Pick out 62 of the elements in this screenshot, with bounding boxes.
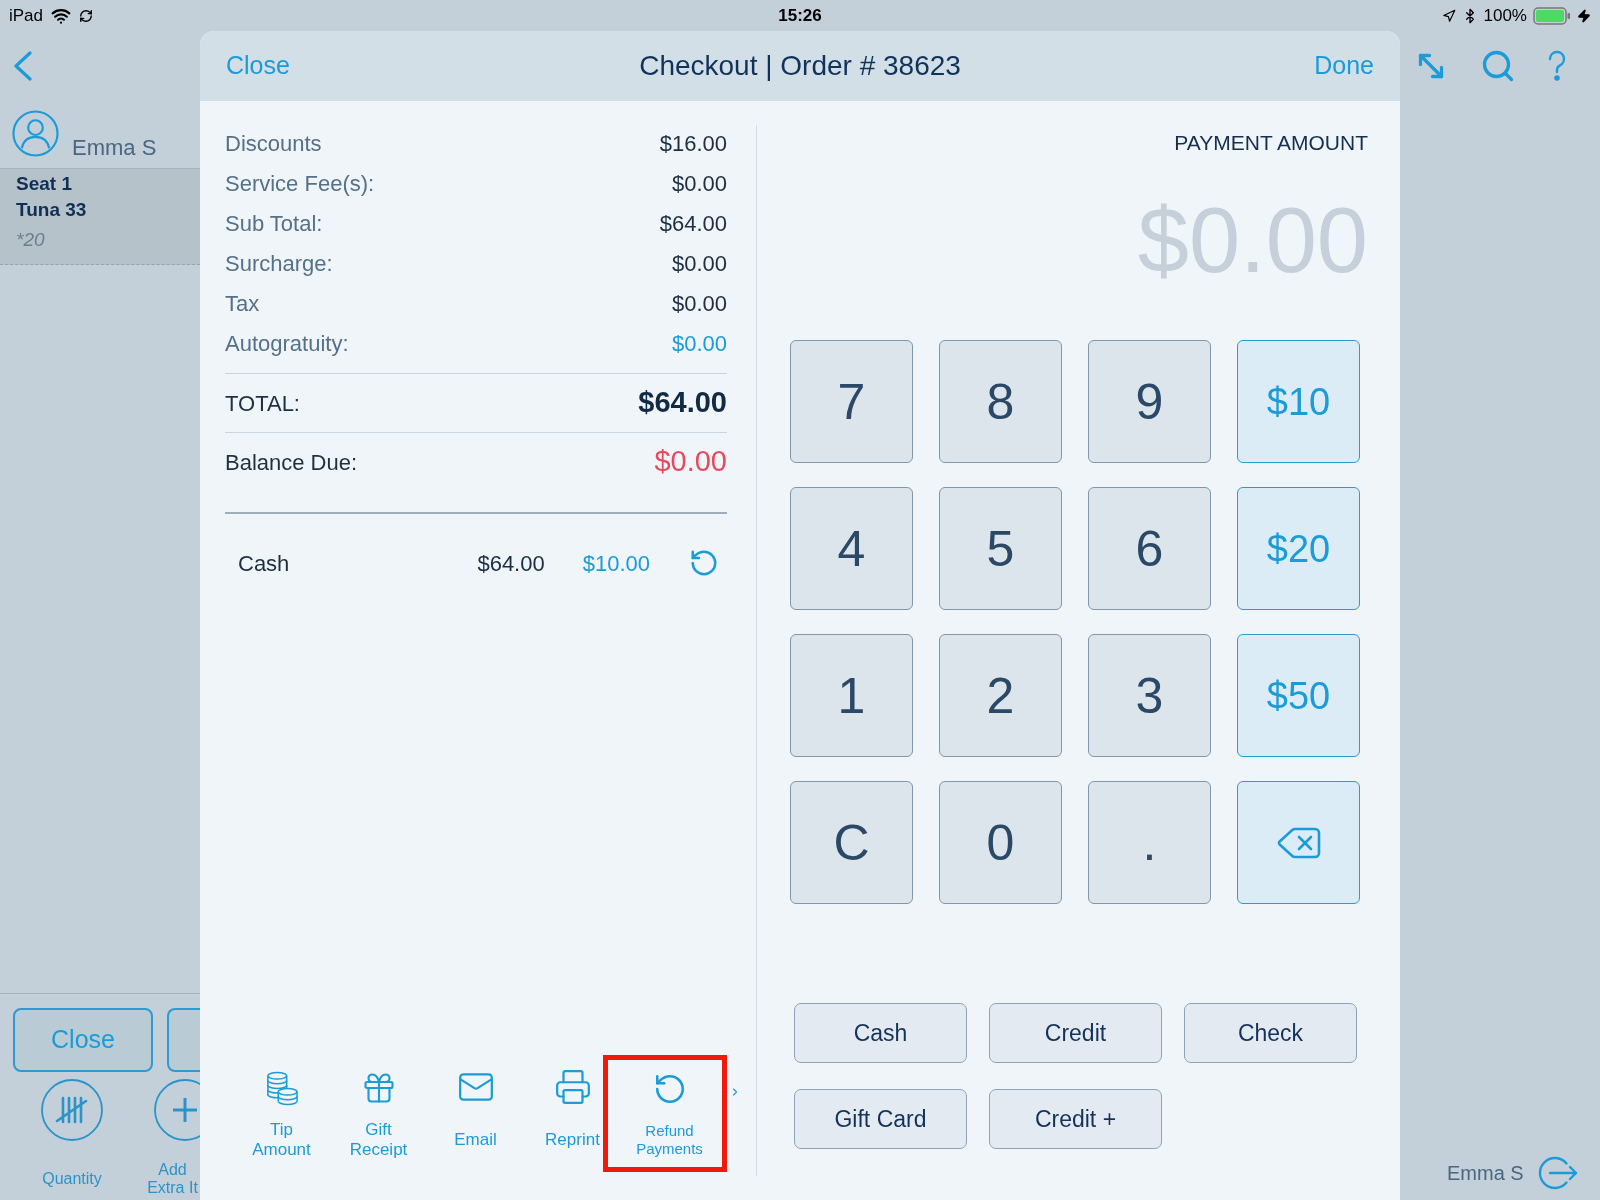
item-name: Tuna 33 [16,198,88,222]
sync-icon [79,8,94,23]
payment-method-button[interactable]: Cash [794,1003,967,1063]
action-label: Quantity [42,1170,102,1188]
summary-label: Surcharge: [225,249,333,278]
keypad-key[interactable]: 1 [790,634,913,757]
keypad-key[interactable]: C [790,781,913,904]
total-value: $64.00 [638,385,727,421]
payment-method-button[interactable]: Check [1184,1003,1357,1063]
seat-card[interactable]: Seat 1 Tuna 33 *20 [0,169,200,265]
item-note: *20 [16,228,46,252]
summary-label: Autogratuity: [225,329,349,358]
keypad-key[interactable]: 3 [1088,634,1211,757]
cut-off-button[interactable] [167,1008,200,1072]
keypad-key[interactable]: 7 [790,340,913,463]
device-name: iPad [9,4,44,27]
keypad-key[interactable]: 0 [939,781,1062,904]
search-icon[interactable] [1480,48,1516,84]
keypad-key[interactable]: 6 [1088,487,1211,610]
summary-label: Sub Total: [225,209,323,238]
summary-label: Service Fee(s): [225,169,375,198]
keypad-key[interactable]: 9 [1088,340,1211,463]
dialog-title: Checkout | Order # 38623 [639,49,961,83]
user-name: Emma S [1447,1161,1524,1186]
keypad-key[interactable]: 4 [790,487,913,610]
summary-value: $0.00 [671,289,727,318]
summary-value: $0.00 [671,169,727,198]
back-chevron-icon[interactable] [14,51,32,81]
summary-value: $0.00 [671,249,727,278]
summary-label: Tax [225,289,260,318]
help-icon[interactable] [1547,50,1567,82]
seat-title: Seat 1 [16,172,73,196]
summary-value: $64.00 [659,209,727,238]
keypad-key[interactable]: . [1088,781,1211,904]
charging-bolt-icon [1577,8,1591,23]
refund-arrow-icon[interactable] [689,548,719,578]
keypad-key[interactable]: 8 [939,340,1062,463]
backspace-button[interactable] [1237,781,1360,904]
payment-method-button[interactable]: Gift Card [794,1089,967,1149]
clock-time: 15:26 [778,4,822,27]
printer-icon [553,1068,592,1106]
balance-value: $0.00 [654,444,727,480]
payment-amount-label: PAYMENT AMOUNT [1174,131,1368,155]
customer-name: Emma S [72,135,157,161]
payment-method: Cash [238,549,291,578]
battery-icon [1533,6,1571,25]
total-label: TOTAL: [225,389,300,418]
action-label: Add Extra It [147,1161,198,1197]
summary-label: Discounts [225,129,322,158]
avatar-icon [12,110,59,157]
payment-amount: $64.00 [477,549,545,578]
keypad-key[interactable]: 5 [939,487,1062,610]
coins-icon [265,1070,298,1106]
balance-label: Balance Due: [225,448,358,477]
tally-marks-icon[interactable] [41,1079,103,1141]
payment-method-button[interactable]: Credit + [989,1089,1162,1149]
location-arrow-icon [1441,8,1456,23]
keypad-key[interactable]: 2 [939,634,1062,757]
summary-value: $16.00 [659,129,727,158]
payment-method-button[interactable]: Credit [989,1003,1162,1063]
battery-percentage: 100% [1483,4,1527,27]
logout-icon[interactable] [1537,1156,1578,1190]
